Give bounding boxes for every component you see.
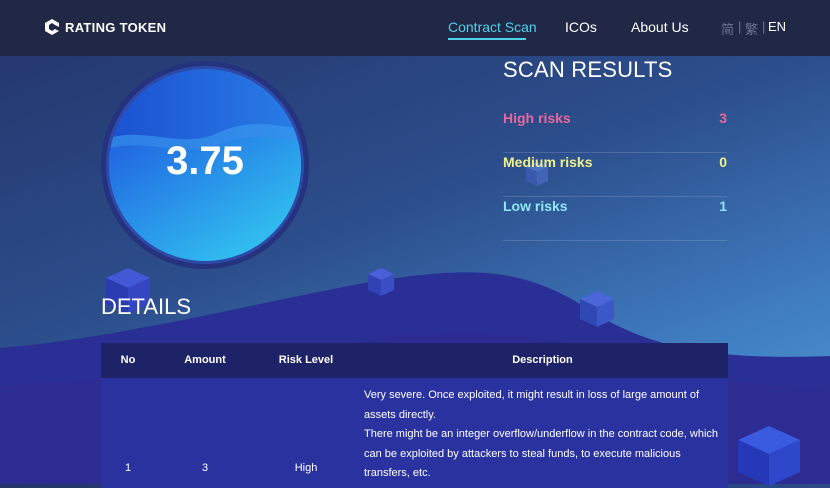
brand-name: RATING TOKEN (65, 19, 167, 35)
column-header-no: No (120, 354, 136, 366)
logo-icon (45, 19, 59, 35)
description-line: Very severe. Once exploited, it might re… (364, 389, 700, 401)
risk-score: 3.75 (166, 139, 244, 183)
low-risks-count: 1 (719, 198, 727, 214)
description-line: can be exploited by attackers to steal f… (364, 447, 681, 460)
column-header-risk-level: Risk Level (278, 354, 334, 366)
table-row: 1 3 High Very severe. Once exploited, it… (101, 378, 728, 488)
lang-traditional-chinese[interactable]: 繁 (745, 19, 758, 38)
cube-decoration (368, 268, 394, 296)
cell-no: 1 (124, 462, 132, 474)
lang-separator: | (738, 19, 742, 34)
lang-separator: | (762, 19, 766, 34)
high-risks-label: High risks (503, 110, 571, 126)
cube-decoration (738, 426, 800, 486)
nav-icos[interactable]: ICOs (565, 19, 597, 35)
low-risks-label: Low risks (503, 198, 568, 214)
brand-logo[interactable]: RATING TOKEN (43, 16, 166, 38)
description-line: transfers, etc. (364, 467, 431, 479)
scan-results-title: SCAN RESULTS (503, 57, 673, 82)
table-header: No Amount Risk Level Description (101, 343, 728, 378)
lang-english[interactable]: EN (768, 19, 786, 34)
cell-risk-level: High (294, 462, 318, 474)
details-table: No Amount Risk Level Description 1 3 Hig… (101, 343, 728, 488)
high-risks-count: 3 (719, 110, 727, 126)
nav-about-us[interactable]: About Us (631, 19, 689, 35)
active-tab-indicator (448, 38, 526, 40)
column-header-amount: Amount (184, 354, 226, 366)
risk-row-high: High risks 3 (503, 108, 727, 153)
lang-simplified-chinese[interactable]: 简 (721, 19, 734, 38)
risk-row-low: Low risks 1 (503, 196, 727, 241)
nav-contract-scan[interactable]: Contract Scan (448, 19, 537, 35)
top-navbar: RATING TOKEN Contract Scan ICOs About Us… (0, 0, 830, 56)
cell-description: Very severe. Once exploited, it might re… (364, 386, 724, 484)
medium-risks-label: Medium risks (503, 154, 593, 170)
description-line: There might be an integer overflow/under… (364, 428, 719, 440)
cell-amount: 3 (201, 462, 209, 474)
risk-row-medium: Medium risks 0 (503, 152, 727, 197)
description-line: assets directly. (364, 408, 436, 421)
column-header-description: Description (512, 354, 573, 366)
cube-decoration (580, 291, 614, 327)
details-title: DETAILS (101, 294, 192, 319)
medium-risks-count: 0 (719, 154, 727, 170)
